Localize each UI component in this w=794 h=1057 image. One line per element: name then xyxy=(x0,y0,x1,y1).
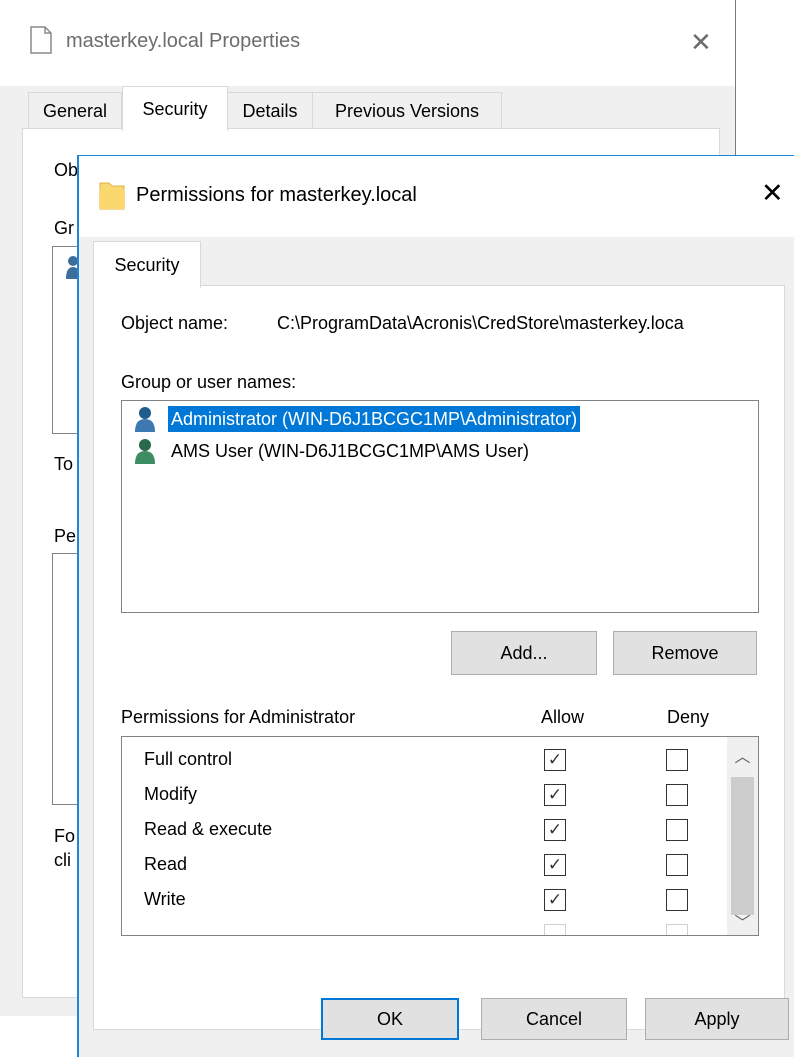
deny-checkbox[interactable] xyxy=(666,854,688,876)
permissions-label-fragment: Pe xyxy=(54,526,77,546)
tab-general[interactable]: General xyxy=(28,92,122,129)
file-icon xyxy=(30,26,52,54)
close-icon[interactable]: ✕ xyxy=(761,178,784,209)
user-icon xyxy=(135,407,155,432)
permission-name: Full control xyxy=(144,749,233,769)
cancel-button[interactable]: Cancel xyxy=(481,998,627,1040)
allow-checkbox[interactable]: ✓ xyxy=(544,889,566,911)
user-name: AMS User (WIN-D6J1BCGC1MP\AMS User) xyxy=(171,441,530,461)
permission-row-modify: Modify ✓ xyxy=(122,778,722,813)
scrollbar-thumb[interactable] xyxy=(731,777,754,915)
allow-column-header: Allow xyxy=(541,707,585,727)
permissions-list[interactable]: Full control ✓ Modify ✓ Read & execute ✓… xyxy=(121,736,759,936)
deny-checkbox[interactable] xyxy=(666,889,688,911)
allow-checkbox[interactable]: ✓ xyxy=(544,749,566,771)
properties-title: masterkey.local Properties xyxy=(66,30,301,52)
dialog-title: Permissions for masterkey.local xyxy=(136,184,417,206)
user-name: Administrator (WIN-D6J1BCGC1MP\Administr… xyxy=(168,406,581,432)
click-advanced-fragment: cli xyxy=(54,850,71,870)
tab-security[interactable]: Security xyxy=(93,241,201,288)
allow-checkbox[interactable]: ✓ xyxy=(544,784,566,806)
deny-checkbox[interactable] xyxy=(666,819,688,841)
permission-row-partial xyxy=(122,918,722,935)
folder-icon xyxy=(99,182,125,210)
permission-name: Write xyxy=(144,889,186,909)
permission-row-read-execute: Read & execute ✓ xyxy=(122,813,722,848)
object-name-value: C:\ProgramData\Acronis\CredStore\masterk… xyxy=(277,313,684,333)
special-permissions-fragment: Fo xyxy=(54,826,76,846)
permission-name: Read & execute xyxy=(144,819,273,839)
scroll-up-arrow-icon[interactable]: ︿ xyxy=(727,743,758,767)
group-or-user-names-label: Group or user names: xyxy=(121,372,297,392)
deny-checkbox[interactable] xyxy=(666,749,688,771)
permission-name: Modify xyxy=(144,784,198,804)
group-label-fragment: Gr xyxy=(54,218,74,238)
permission-row-full-control: Full control ✓ xyxy=(122,743,722,778)
tab-previous-versions[interactable]: Previous Versions xyxy=(312,92,502,129)
deny-column-header: Deny xyxy=(667,707,710,727)
user-list[interactable]: Administrator (WIN-D6J1BCGC1MP\Administr… xyxy=(121,400,759,613)
permission-row-read: Read ✓ xyxy=(122,848,722,883)
object-name-label: Object name: xyxy=(121,313,229,333)
scroll-down-arrow-icon[interactable]: ﹀ xyxy=(727,909,758,933)
deny-checkbox[interactable] xyxy=(666,784,688,806)
user-list-item-administrator[interactable]: Administrator (WIN-D6J1BCGC1MP\Administr… xyxy=(126,404,754,434)
ok-button[interactable]: OK xyxy=(321,998,459,1040)
deny-checkbox[interactable] xyxy=(666,924,688,935)
allow-checkbox[interactable]: ✓ xyxy=(544,854,566,876)
scrollbar[interactable]: ︿ ﹀ xyxy=(727,737,758,935)
permission-row-write: Write ✓ xyxy=(122,883,722,918)
permission-name: Read xyxy=(144,854,188,874)
allow-checkbox[interactable] xyxy=(544,924,566,935)
remove-button[interactable]: Remove xyxy=(613,631,757,675)
permissions-dialog: Permissions for masterkey.local ✕ Securi… xyxy=(77,155,794,1057)
user-icon xyxy=(135,439,155,464)
allow-checkbox[interactable]: ✓ xyxy=(544,819,566,841)
apply-button[interactable]: Apply xyxy=(645,998,789,1040)
tab-security[interactable]: Security xyxy=(122,86,228,131)
add-button[interactable]: Add... xyxy=(451,631,597,675)
close-icon[interactable]: ✕ xyxy=(690,27,712,58)
user-list-item-ams-user[interactable]: AMS User (WIN-D6J1BCGC1MP\AMS User) xyxy=(126,436,754,466)
tab-details[interactable]: Details xyxy=(226,92,314,129)
permissions-titlebar: Permissions for masterkey.local ✕ xyxy=(79,156,794,237)
properties-titlebar: masterkey.local Properties ✕ xyxy=(0,0,735,86)
to-change-fragment: To xyxy=(54,454,74,474)
permissions-for-label: Permissions for Administrator xyxy=(121,707,356,727)
